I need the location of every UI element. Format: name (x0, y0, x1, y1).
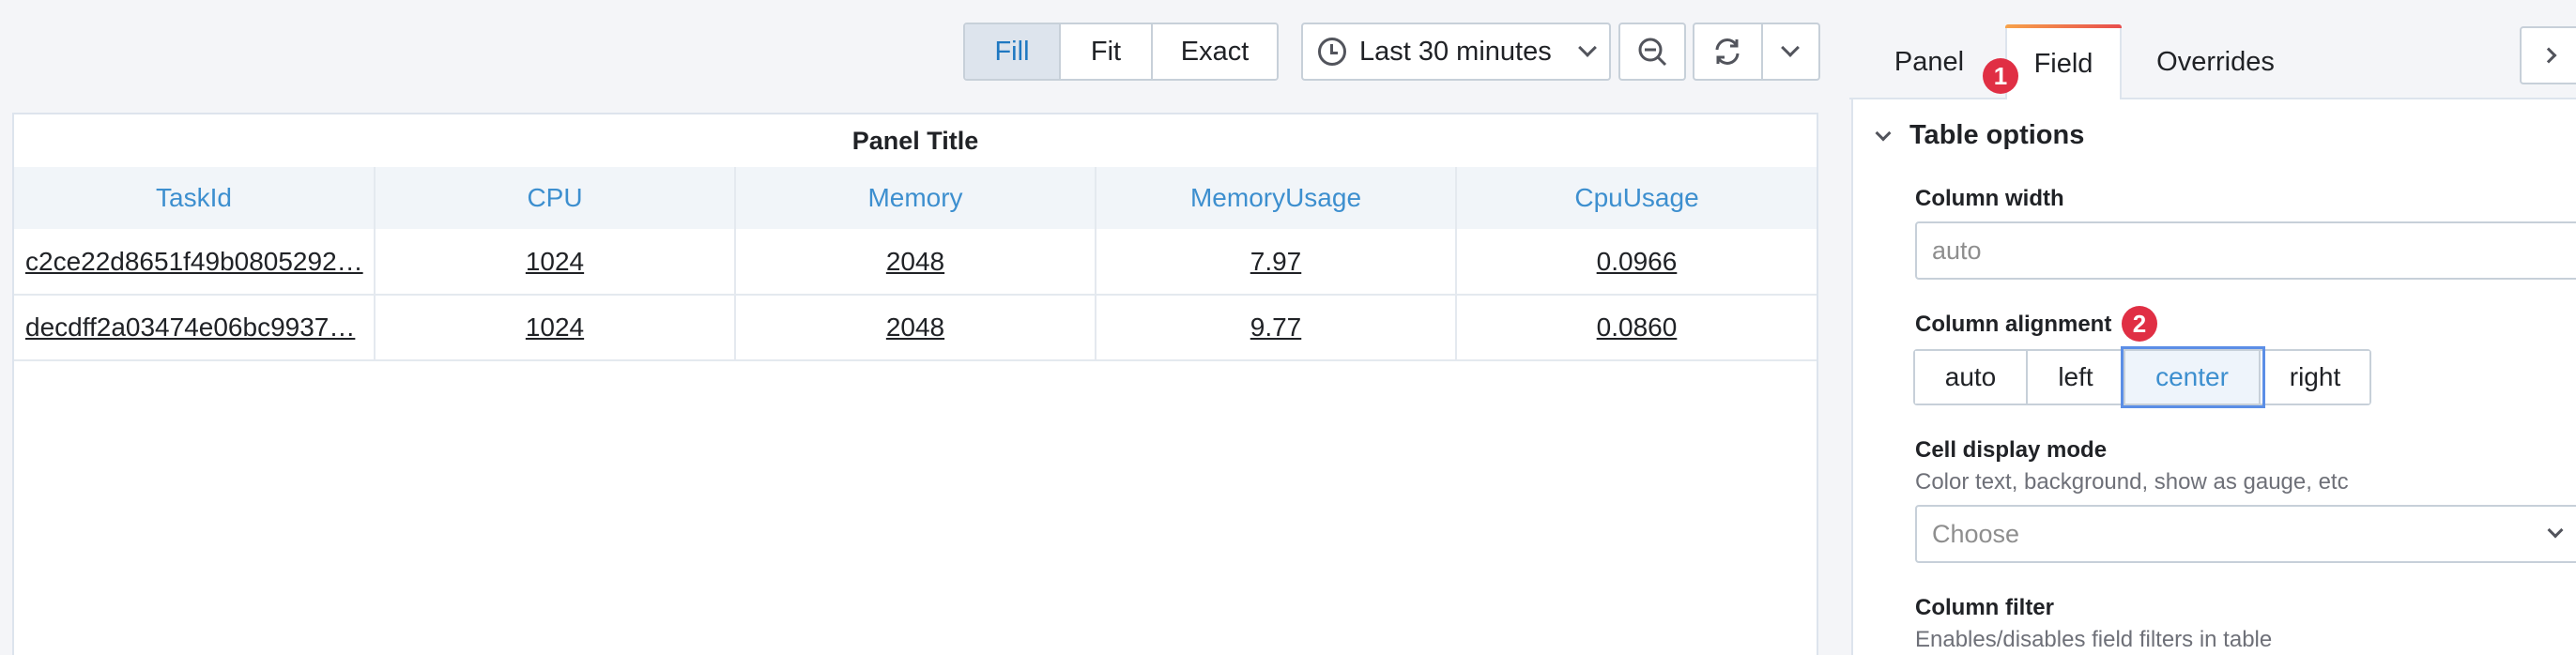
cell-display-mode-label: Cell display mode (1915, 437, 2108, 463)
table-cell[interactable]: c2ce22d8651f49b0805292… (14, 229, 376, 296)
column-alignment-label: Column alignment (1915, 312, 2112, 337)
column-header-taskid[interactable]: TaskId (14, 167, 376, 229)
column-alignment-radio: auto left center right (1913, 346, 2371, 408)
table-cell[interactable]: 9.77 (1096, 295, 1457, 361)
alignment-auto-option[interactable]: auto (1915, 351, 2028, 404)
step-badge-2: 2 (2122, 306, 2157, 342)
field-options-pane: Table options Column width auto Column a… (1851, 99, 2576, 655)
options-tabs: Panel Field Overrides (1849, 0, 2576, 101)
chevron-down-icon (1578, 38, 1597, 57)
table-cell[interactable]: 7.97 (1096, 229, 1457, 296)
column-width-input[interactable]: auto (1915, 221, 2576, 280)
alignment-center-option[interactable]: center (2121, 346, 2265, 408)
chevron-down-icon (1875, 125, 1892, 141)
column-header-memoryusage[interactable]: MemoryUsage (1096, 167, 1457, 229)
table-cell[interactable]: 0.0860 (1456, 295, 1817, 361)
column-header-cpuusage[interactable]: CpuUsage (1456, 167, 1817, 229)
zoom-mode-group: Fill Fit Exact (963, 23, 1279, 81)
table-cell[interactable]: 1024 (375, 229, 736, 296)
time-range-picker[interactable]: Last 30 minutes (1301, 23, 1611, 81)
panel-title[interactable]: Panel Title (14, 114, 1817, 167)
chevron-down-icon (2547, 522, 2564, 539)
clock-icon (1318, 38, 1346, 66)
table-row: decdff2a03474e06bc9937… 1024 2048 9.77 0… (14, 295, 1817, 361)
table-cell[interactable]: 0.0966 (1456, 229, 1817, 296)
zoom-exact-button[interactable]: Exact (1153, 24, 1277, 79)
column-header-cpu[interactable]: CPU (375, 167, 736, 229)
step-badge-1: 1 (1983, 58, 2018, 94)
table-cell[interactable]: decdff2a03474e06bc9937… (14, 295, 376, 361)
chevron-right-icon (2540, 47, 2557, 64)
refresh-icon (1715, 38, 1740, 65)
table-row: c2ce22d8651f49b0805292… 1024 2048 7.97 0… (14, 229, 1817, 296)
column-header-memory[interactable]: Memory (735, 167, 1096, 229)
section-title: Table options (1909, 120, 2085, 150)
cell-display-mode-placeholder: Choose (1932, 519, 2020, 548)
table-cell[interactable]: 2048 (735, 229, 1096, 296)
column-filter-description: Enables/disables field filters in table (1915, 627, 2273, 652)
collapse-pane-button[interactable] (2520, 26, 2576, 84)
zoom-fit-button[interactable]: Fit (1061, 24, 1153, 79)
alignment-left-option[interactable]: left (2028, 351, 2125, 404)
table-panel: Panel Title TaskId CPU Memory MemoryUsag… (12, 113, 1818, 655)
chevron-down-icon (1781, 38, 1801, 57)
zoom-fill-button[interactable]: Fill (965, 24, 1061, 79)
cell-display-mode-select[interactable]: Choose (1915, 505, 2576, 563)
refresh-interval-dropdown[interactable] (1763, 38, 1818, 57)
tab-field[interactable]: Field (2005, 24, 2122, 101)
cell-display-mode-description: Color text, background, show as gauge, e… (1915, 469, 2349, 495)
section-table-options[interactable]: Table options (1875, 120, 2085, 151)
time-range-label: Last 30 minutes (1359, 36, 1552, 67)
zoom-out-button[interactable] (1618, 23, 1686, 81)
tab-overrides[interactable]: Overrides (2137, 24, 2294, 99)
column-width-placeholder: auto (1932, 236, 1982, 265)
data-table: TaskId CPU Memory MemoryUsage CpuUsage c… (14, 167, 1817, 361)
zoom-out-icon (1638, 38, 1667, 67)
column-width-label: Column width (1915, 186, 2064, 211)
table-cell[interactable]: 1024 (375, 295, 736, 361)
table-cell[interactable]: 2048 (735, 295, 1096, 361)
column-filter-label: Column filter (1915, 595, 2054, 620)
tab-panel[interactable]: Panel (1868, 24, 1990, 99)
refresh-button[interactable] (1693, 23, 1820, 81)
alignment-right-option[interactable]: right (2261, 351, 2369, 404)
